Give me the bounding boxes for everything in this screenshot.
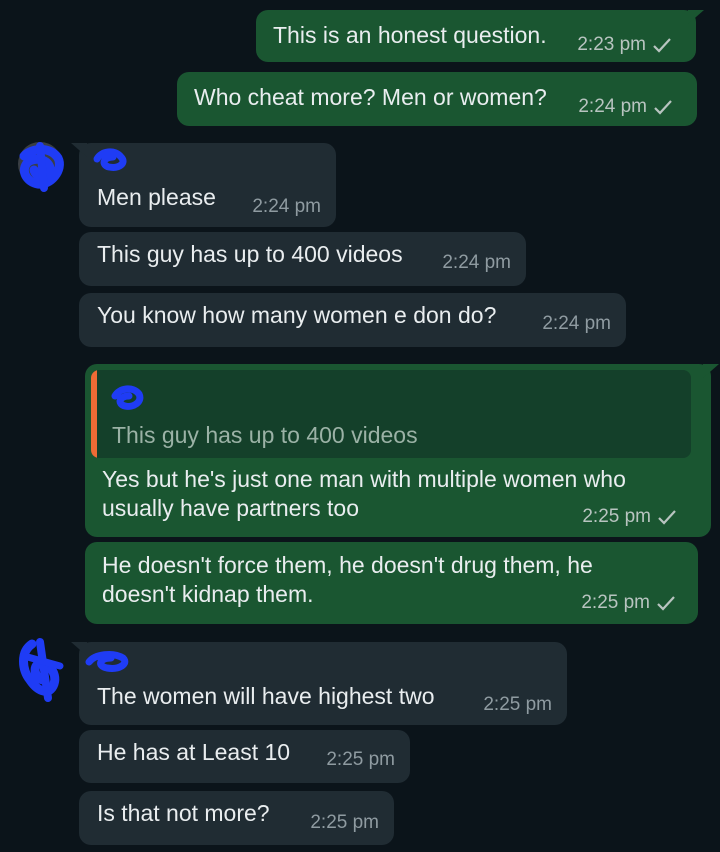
quoted-message-text: This guy has up to 400 videos — [112, 422, 418, 448]
avatar[interactable] — [10, 636, 72, 704]
message-meta: 2:24 pm — [252, 196, 321, 218]
message-text: You know how many women e don do? — [97, 302, 497, 328]
message-incoming[interactable]: Is that not more? 2:25 pm — [79, 791, 394, 845]
message-time: 2:25 pm — [483, 694, 552, 715]
check-icon — [653, 38, 671, 53]
message-time: 2:24 pm — [542, 313, 611, 334]
message-outgoing[interactable]: This is an honest question. 2:23 pm — [256, 10, 704, 62]
quoted-message[interactable]: This guy has up to 400 videos — [91, 370, 691, 458]
message-time: 2:24 pm — [578, 96, 647, 117]
message-time: 2:23 pm — [577, 34, 646, 55]
message-incoming[interactable]: You know how many women e don do? 2:24 p… — [79, 293, 626, 347]
message-outgoing-reply[interactable]: This guy has up to 400 videos Yes but he… — [85, 364, 719, 537]
message-text: He doesn't force them, he doesn't drug t… — [102, 552, 593, 607]
message-text: This is an honest question. — [273, 22, 547, 48]
message-meta: 2:25 pm — [581, 592, 676, 614]
message-text: Who cheat more? Men or women? — [194, 84, 547, 110]
message-text: This guy has up to 400 videos — [97, 241, 403, 267]
message-meta: 2:25 pm — [310, 812, 379, 834]
message-incoming[interactable]: He has at Least 10 2:25 pm — [79, 730, 410, 783]
message-time: 2:25 pm — [581, 592, 650, 613]
quote-bar — [91, 370, 97, 458]
message-outgoing[interactable]: Who cheat more? Men or women? 2:24 pm — [177, 72, 697, 126]
quoted-sender-name-redacted — [111, 385, 144, 410]
message-meta: 2:25 pm — [483, 694, 552, 716]
avatar[interactable] — [10, 134, 72, 194]
message-time: 2:24 pm — [252, 196, 321, 217]
message-outgoing[interactable]: He doesn't force them, he doesn't drug t… — [85, 542, 698, 624]
message-time: 2:25 pm — [326, 749, 395, 770]
message-text: The women will have highest two — [97, 683, 435, 709]
message-incoming[interactable]: The women will have highest two 2:25 pm — [71, 642, 567, 725]
message-incoming[interactable]: Men please 2:24 pm — [71, 143, 336, 227]
sender-name-redacted — [93, 148, 127, 171]
message-meta: 2:24 pm — [578, 96, 673, 118]
message-time: 2:25 pm — [582, 506, 651, 527]
message-time: 2:25 pm — [310, 812, 379, 833]
sender-name-redacted — [85, 651, 129, 672]
message-incoming[interactable]: This guy has up to 400 videos 2:24 pm — [79, 232, 526, 286]
message-text: He has at Least 10 — [97, 739, 291, 765]
message-meta: 2:24 pm — [542, 313, 611, 335]
check-icon — [658, 510, 676, 525]
check-icon — [657, 596, 675, 611]
message-text: Men please — [97, 184, 216, 210]
message-text: Is that not more? — [97, 800, 270, 826]
message-meta: 2:24 pm — [442, 252, 511, 274]
message-meta: 2:25 pm — [582, 506, 677, 528]
message-text: Yes but he's just one man with multiple … — [102, 466, 626, 521]
message-meta: 2:23 pm — [577, 34, 672, 56]
message-time: 2:24 pm — [442, 252, 511, 273]
message-meta: 2:25 pm — [326, 749, 395, 771]
check-icon — [654, 100, 672, 115]
